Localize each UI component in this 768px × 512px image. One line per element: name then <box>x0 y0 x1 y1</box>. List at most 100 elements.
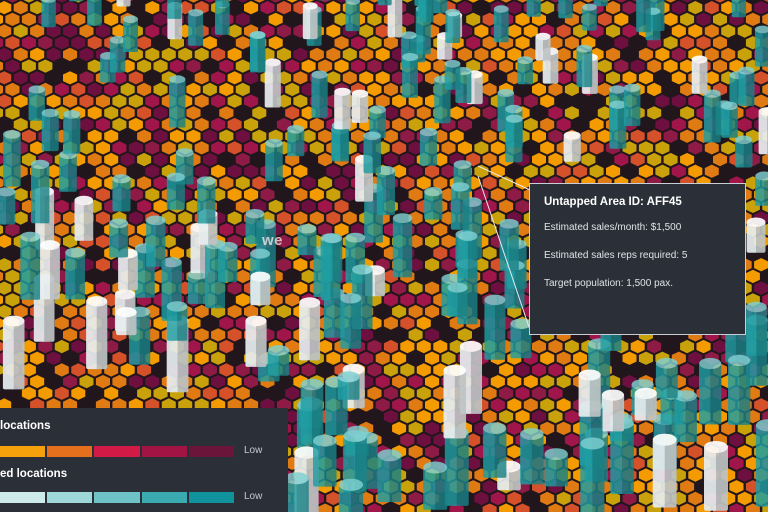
hex-column <box>112 174 131 212</box>
hex-column <box>593 0 608 7</box>
hex-column <box>450 182 470 230</box>
hex-column <box>166 301 188 341</box>
hex-column <box>0 187 16 225</box>
hex-column <box>41 0 56 28</box>
hex-column <box>433 0 448 14</box>
hex-column <box>563 131 581 162</box>
legend-swatch <box>188 492 235 503</box>
hex-column <box>109 36 126 73</box>
hex-column <box>738 66 755 106</box>
legend-swatch <box>94 492 140 503</box>
hex-column <box>86 296 108 370</box>
hex-column <box>535 32 551 61</box>
hex-column <box>265 138 283 182</box>
hex-column <box>520 428 544 485</box>
hex-column <box>387 0 403 38</box>
hex-column <box>377 449 402 502</box>
hex-column <box>345 0 360 32</box>
hex-column <box>758 107 768 155</box>
area-tooltip: Untapped Area ID: AFF45 Estimated sales/… <box>529 183 746 335</box>
tooltip-sales: Estimated sales/month: $1,500 <box>544 222 682 233</box>
hex-column <box>334 87 351 130</box>
legend-low-label: Low <box>244 491 263 502</box>
hex-column <box>166 172 185 210</box>
hex-column <box>721 101 738 138</box>
hex-column <box>505 114 523 148</box>
hex-column <box>3 130 21 187</box>
hex-column <box>363 131 381 174</box>
hex-column <box>30 159 50 224</box>
legend-title-ed-locations: ed locations <box>0 468 68 480</box>
hex-column <box>745 301 767 356</box>
hex-column <box>444 426 469 506</box>
hex-column <box>484 294 506 360</box>
hex-column <box>250 31 266 73</box>
hex-column <box>623 83 641 126</box>
hex-column <box>87 0 102 26</box>
hex-column <box>297 224 317 256</box>
hex-column <box>63 110 81 154</box>
hex-column <box>493 5 509 43</box>
hex-column <box>299 297 321 361</box>
hex-column <box>731 0 747 18</box>
hex-column <box>377 0 392 6</box>
hex-column <box>215 0 230 8</box>
hex-column <box>483 422 507 478</box>
hex-column <box>728 354 751 425</box>
hex-column <box>402 53 419 98</box>
hex-column <box>634 387 657 421</box>
legend-swatch <box>0 446 46 457</box>
hex-column <box>499 218 519 271</box>
hex-column <box>116 0 131 7</box>
tooltip-population: Target population: 1,500 pax. <box>544 278 673 289</box>
legend-swatch <box>188 446 235 457</box>
hex-column <box>245 315 267 367</box>
hex-column <box>424 187 443 220</box>
hex-column <box>392 213 413 278</box>
hex-column <box>146 215 166 267</box>
hex-column <box>287 124 305 157</box>
hex-column <box>284 472 309 512</box>
legend-swatch <box>94 446 140 457</box>
hex-column <box>458 231 478 279</box>
hex-column <box>526 0 541 17</box>
hex-column <box>41 108 59 152</box>
hex-column <box>544 448 568 487</box>
hex-column <box>267 345 290 376</box>
hex-column <box>755 171 768 206</box>
hex-column <box>74 195 94 241</box>
hex-column <box>558 0 573 19</box>
hex-column <box>59 150 77 192</box>
hex-column <box>188 9 204 46</box>
hex-column <box>735 135 753 168</box>
hex-column <box>419 0 434 23</box>
hex-column <box>699 357 722 425</box>
hex-column <box>69 0 83 2</box>
legend-bar-locations <box>0 446 236 457</box>
hex-column <box>40 240 60 300</box>
map-area-label: we <box>262 232 284 249</box>
legend-swatch <box>0 492 46 503</box>
hex-column <box>423 461 448 510</box>
hex-column <box>746 217 766 253</box>
hex-column <box>340 293 362 349</box>
hex-column <box>576 44 593 88</box>
hex-column <box>754 25 768 67</box>
hex-column <box>322 233 343 282</box>
hex-column <box>580 437 605 512</box>
hex-column <box>445 8 461 43</box>
legend-swatch <box>47 446 93 457</box>
legend-swatch <box>47 492 93 503</box>
legend-swatch <box>141 492 187 503</box>
legend-bar-ed-locations <box>0 492 236 503</box>
hex-column <box>109 218 129 258</box>
hex-column <box>419 127 438 166</box>
hex-column <box>444 59 461 90</box>
hex-column <box>609 100 627 149</box>
hex-column <box>443 364 467 439</box>
hex-column <box>351 89 369 123</box>
hex-column <box>691 55 708 94</box>
tooltip-reps: Estimated sales reps required: 5 <box>544 250 688 261</box>
hex-column <box>218 241 238 282</box>
hex-column <box>2 315 25 390</box>
